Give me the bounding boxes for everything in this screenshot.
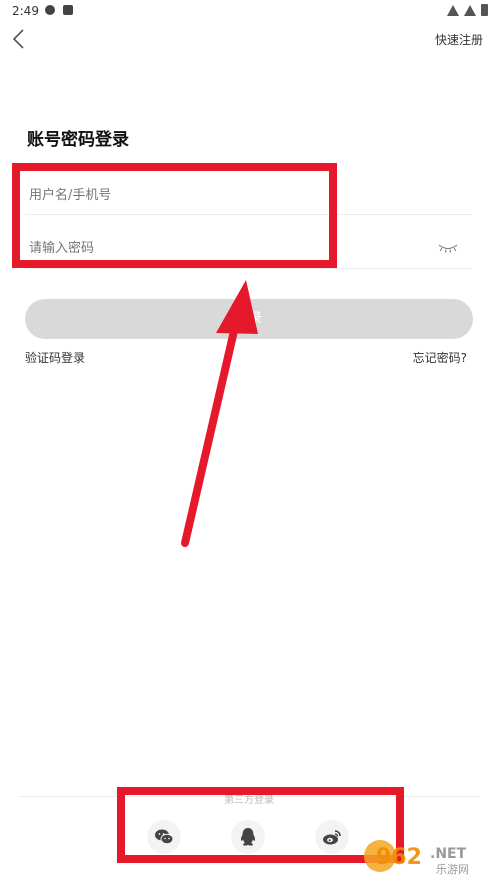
annotation-box-credentials <box>12 163 337 268</box>
quick-register-link[interactable]: 快速注册 <box>435 31 483 48</box>
status-time: 2:49 <box>12 4 39 18</box>
svg-text:.NET: .NET <box>430 846 467 862</box>
sms-login-link[interactable]: 验证码登录 <box>25 349 85 366</box>
status-bar: 2:49 <box>0 0 498 22</box>
watermark-logo: 962 .NET 乐游网 <box>364 840 469 876</box>
eye-closed-icon[interactable] <box>438 243 458 253</box>
battery-icon <box>481 4 488 16</box>
wifi-icon <box>447 4 459 16</box>
svg-text:乐游网: 乐游网 <box>436 863 469 876</box>
notification-icon <box>45 5 55 15</box>
page-title: 账号密码登录 <box>27 130 129 150</box>
forgot-password-link[interactable]: 忘记密码? <box>413 349 467 366</box>
chevron-left-icon <box>12 29 24 49</box>
app-notification-icon <box>63 5 73 15</box>
status-icons <box>447 4 488 16</box>
login-button[interactable]: 登录 <box>25 299 473 339</box>
signal-icon <box>464 4 476 16</box>
svg-text:962: 962 <box>376 845 422 870</box>
divider <box>25 268 473 269</box>
back-button[interactable] <box>10 28 30 50</box>
